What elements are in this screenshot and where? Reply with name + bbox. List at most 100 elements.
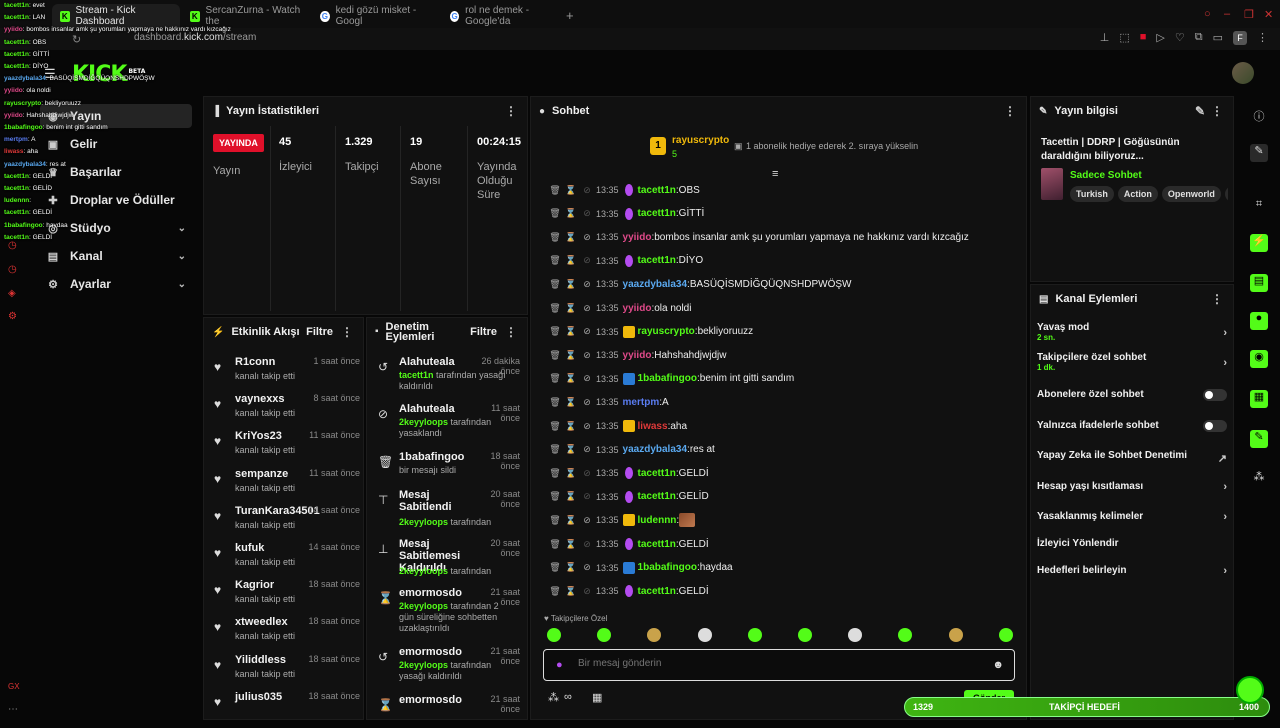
delete-icon[interactable]: 🗑	[548, 444, 562, 455]
ban-icon[interactable]: ⊘	[580, 515, 594, 526]
menu-icon[interactable]: ⋮	[1257, 31, 1268, 45]
infinity-icon[interactable]: ∞	[564, 691, 572, 703]
store-icon[interactable]: ▦	[592, 691, 602, 704]
delete-icon[interactable]: 🗑	[548, 373, 562, 384]
rail-icon[interactable]: ⚙	[8, 311, 24, 322]
chat-message[interactable]: 🗑 ⌛ ⊘ 13:35 yaazdybala34: res at	[548, 441, 715, 459]
delete-icon[interactable]: 🗑	[548, 326, 562, 337]
ban-icon[interactable]: ⊘	[580, 421, 594, 432]
ban-icon[interactable]: ⊘	[580, 326, 594, 337]
bolt-icon[interactable]: ⚡	[1250, 234, 1268, 252]
chat-username[interactable]: tacett1n	[638, 185, 676, 196]
timeout-icon[interactable]: ⌛	[564, 562, 578, 573]
tag[interactable]: S	[1224, 186, 1228, 202]
channel-action-item[interactable]: Takipçilere özel sohbet 1 dk. ›	[1037, 352, 1227, 372]
chat-message[interactable]: 🗑 ⌛ ⊘ 13:35 tacett1n: GELDİ	[548, 535, 709, 553]
collapse-icon[interactable]: ≡	[772, 168, 778, 180]
delete-icon[interactable]: 🗑	[548, 279, 562, 290]
emote-icon[interactable]	[948, 628, 963, 642]
chat-username[interactable]: yaazdybala34	[623, 444, 688, 455]
chat-username[interactable]: yyiido	[623, 350, 652, 361]
maximize-icon[interactable]: ❐	[1244, 8, 1254, 21]
crop-icon[interactable]: ⬚	[1119, 31, 1129, 45]
timeout-icon[interactable]: ⌛	[564, 373, 578, 384]
chat-username[interactable]: yyiido	[623, 303, 652, 314]
chat-message[interactable]: 🗑 ⌛ ⊘ 13:35 tacett1n: DİYO	[548, 252, 703, 270]
channel-action-item[interactable]: Yavaş mod 2 sn. ›	[1037, 322, 1227, 342]
edit-icon[interactable]: ✎	[1250, 144, 1268, 162]
timeout-icon[interactable]: ⌛	[564, 350, 578, 361]
ban-icon[interactable]: ⊘	[580, 468, 594, 479]
timeout-icon[interactable]: ⌛	[564, 586, 578, 597]
activity-item[interactable]: ♥ vaynexxs 8 saat önce kanalı takip etti	[214, 393, 360, 430]
more-icon[interactable]: ⋯	[8, 704, 24, 715]
tag[interactable]: Turkish	[1070, 186, 1114, 202]
broadcast-icon[interactable]: ◉	[1250, 350, 1268, 368]
chat-input[interactable]	[578, 658, 958, 669]
more-options-icon[interactable]: ⋮	[505, 326, 517, 338]
profile-avatar[interactable]: F	[1233, 31, 1247, 45]
filter-button[interactable]: Filtre	[306, 326, 333, 338]
activity-item[interactable]: ♥ julius035 18 saat önce	[214, 691, 360, 728]
tab-sercanzurna[interactable]: K SercanZurna - Watch the	[182, 4, 310, 28]
activity-item[interactable]: ♥ kufuk 14 saat önce kanalı takip etti	[214, 542, 360, 579]
delete-icon[interactable]: 🗑	[548, 185, 562, 196]
chat-username[interactable]: ludennn	[638, 515, 677, 526]
reload-icon[interactable]: ↻	[72, 33, 81, 46]
ban-icon[interactable]: ⊘	[580, 185, 594, 196]
chat-message[interactable]: 🗑 ⌛ ⊘ 13:35 yyiido: ola noldi	[548, 299, 691, 317]
channel-action-item[interactable]: Hedefleri belirleyin ›	[1037, 565, 1227, 577]
ban-icon[interactable]: ⊘	[580, 397, 594, 408]
delete-icon[interactable]: 🗑	[548, 350, 562, 361]
category-name[interactable]: Sadece Sohbet	[1070, 170, 1142, 181]
puzzle-icon[interactable]: ⧉	[1195, 31, 1203, 45]
tab-kedi-gozu[interactable]: G kedi gözü misket - Googl	[312, 4, 440, 28]
edit-icon[interactable]: ✎	[1195, 104, 1205, 118]
channel-action-item[interactable]: İzleyici Yönlendir	[1037, 538, 1227, 549]
activity-item[interactable]: ♥ KriYos23 11 saat önce kanalı takip etti	[214, 430, 360, 467]
toggle-switch[interactable]	[1203, 389, 1227, 401]
chat-message[interactable]: 🗑 ⌛ ⊘ 13:35 tacett1n: GELİD	[548, 488, 709, 506]
chat-message[interactable]: 🗑 ⌛ ⊘ 13:35 yyiido: bombos insanlar amk şu y…	[548, 228, 969, 246]
chat-username[interactable]: tacett1n	[638, 586, 676, 597]
ban-icon[interactable]: ⊘	[580, 491, 594, 502]
delete-icon[interactable]: 🗑	[548, 303, 562, 314]
drops-icon[interactable]: ⁂	[548, 691, 559, 704]
nav-item-droplar[interactable]: ✚ Droplar ve Ödüller	[40, 188, 190, 212]
activity-item[interactable]: ♥ xtweedlex 18 saat önce kanalı takip etti	[214, 616, 360, 653]
chat-username[interactable]: 1babafingoo	[638, 373, 697, 384]
chat-username[interactable]: liwass	[638, 421, 668, 432]
sidebar-icon[interactable]: ▭	[1213, 31, 1223, 45]
chat-message[interactable]: 🗑 ⌛ ⊘ 13:35 tacett1n: GELDİ	[548, 464, 709, 482]
timeout-icon[interactable]: ⌛	[564, 515, 578, 526]
rail-icon[interactable]: ◈	[8, 288, 24, 299]
more-options-icon[interactable]: ⋮	[1211, 292, 1223, 306]
tag[interactable]: Action	[1117, 186, 1158, 202]
chat-username[interactable]: tacett1n	[638, 491, 676, 502]
timeout-icon[interactable]: ⌛	[564, 326, 578, 337]
activity-item[interactable]: ♥ R1conn 1 saat önce kanalı takip etti	[214, 356, 360, 393]
emote-icon[interactable]	[697, 628, 712, 642]
delete-icon[interactable]: 🗑	[548, 586, 562, 597]
tab-rol-ne-demek[interactable]: G rol ne demek - Google'da	[442, 4, 566, 28]
emote-icon[interactable]	[798, 628, 812, 642]
emote-icon[interactable]	[998, 628, 1013, 642]
ban-icon[interactable]: ⊘	[580, 232, 594, 243]
delete-icon[interactable]: 🗑	[548, 255, 562, 266]
emoji-icon[interactable]: ☻	[992, 659, 1004, 671]
url-field[interactable]: dashboard.kick.com/stream	[134, 32, 256, 43]
chat-username[interactable]: mertpm	[623, 397, 660, 408]
chat-username[interactable]: yyiido	[623, 232, 652, 243]
timeout-icon[interactable]: ⌛	[564, 303, 578, 314]
chat-username[interactable]: tacett1n	[638, 255, 676, 266]
channel-action-item[interactable]: Yalnızca ifadelerle sohbet	[1037, 420, 1227, 432]
tag[interactable]: Openworld	[1161, 186, 1221, 202]
extension-red-icon[interactable]: ■	[1140, 31, 1147, 45]
delete-icon[interactable]: 🗑	[548, 232, 562, 243]
delete-icon[interactable]: 🗑	[548, 491, 562, 502]
timeout-icon[interactable]: ⌛	[564, 539, 578, 550]
timeout-icon[interactable]: ⌛	[564, 421, 578, 432]
nav-item-ayarlar[interactable]: ⚙ Ayarlar ⌄	[40, 272, 190, 296]
scan-icon[interactable]: ⌗	[1250, 198, 1268, 211]
timeout-icon[interactable]: ⌛	[564, 468, 578, 479]
